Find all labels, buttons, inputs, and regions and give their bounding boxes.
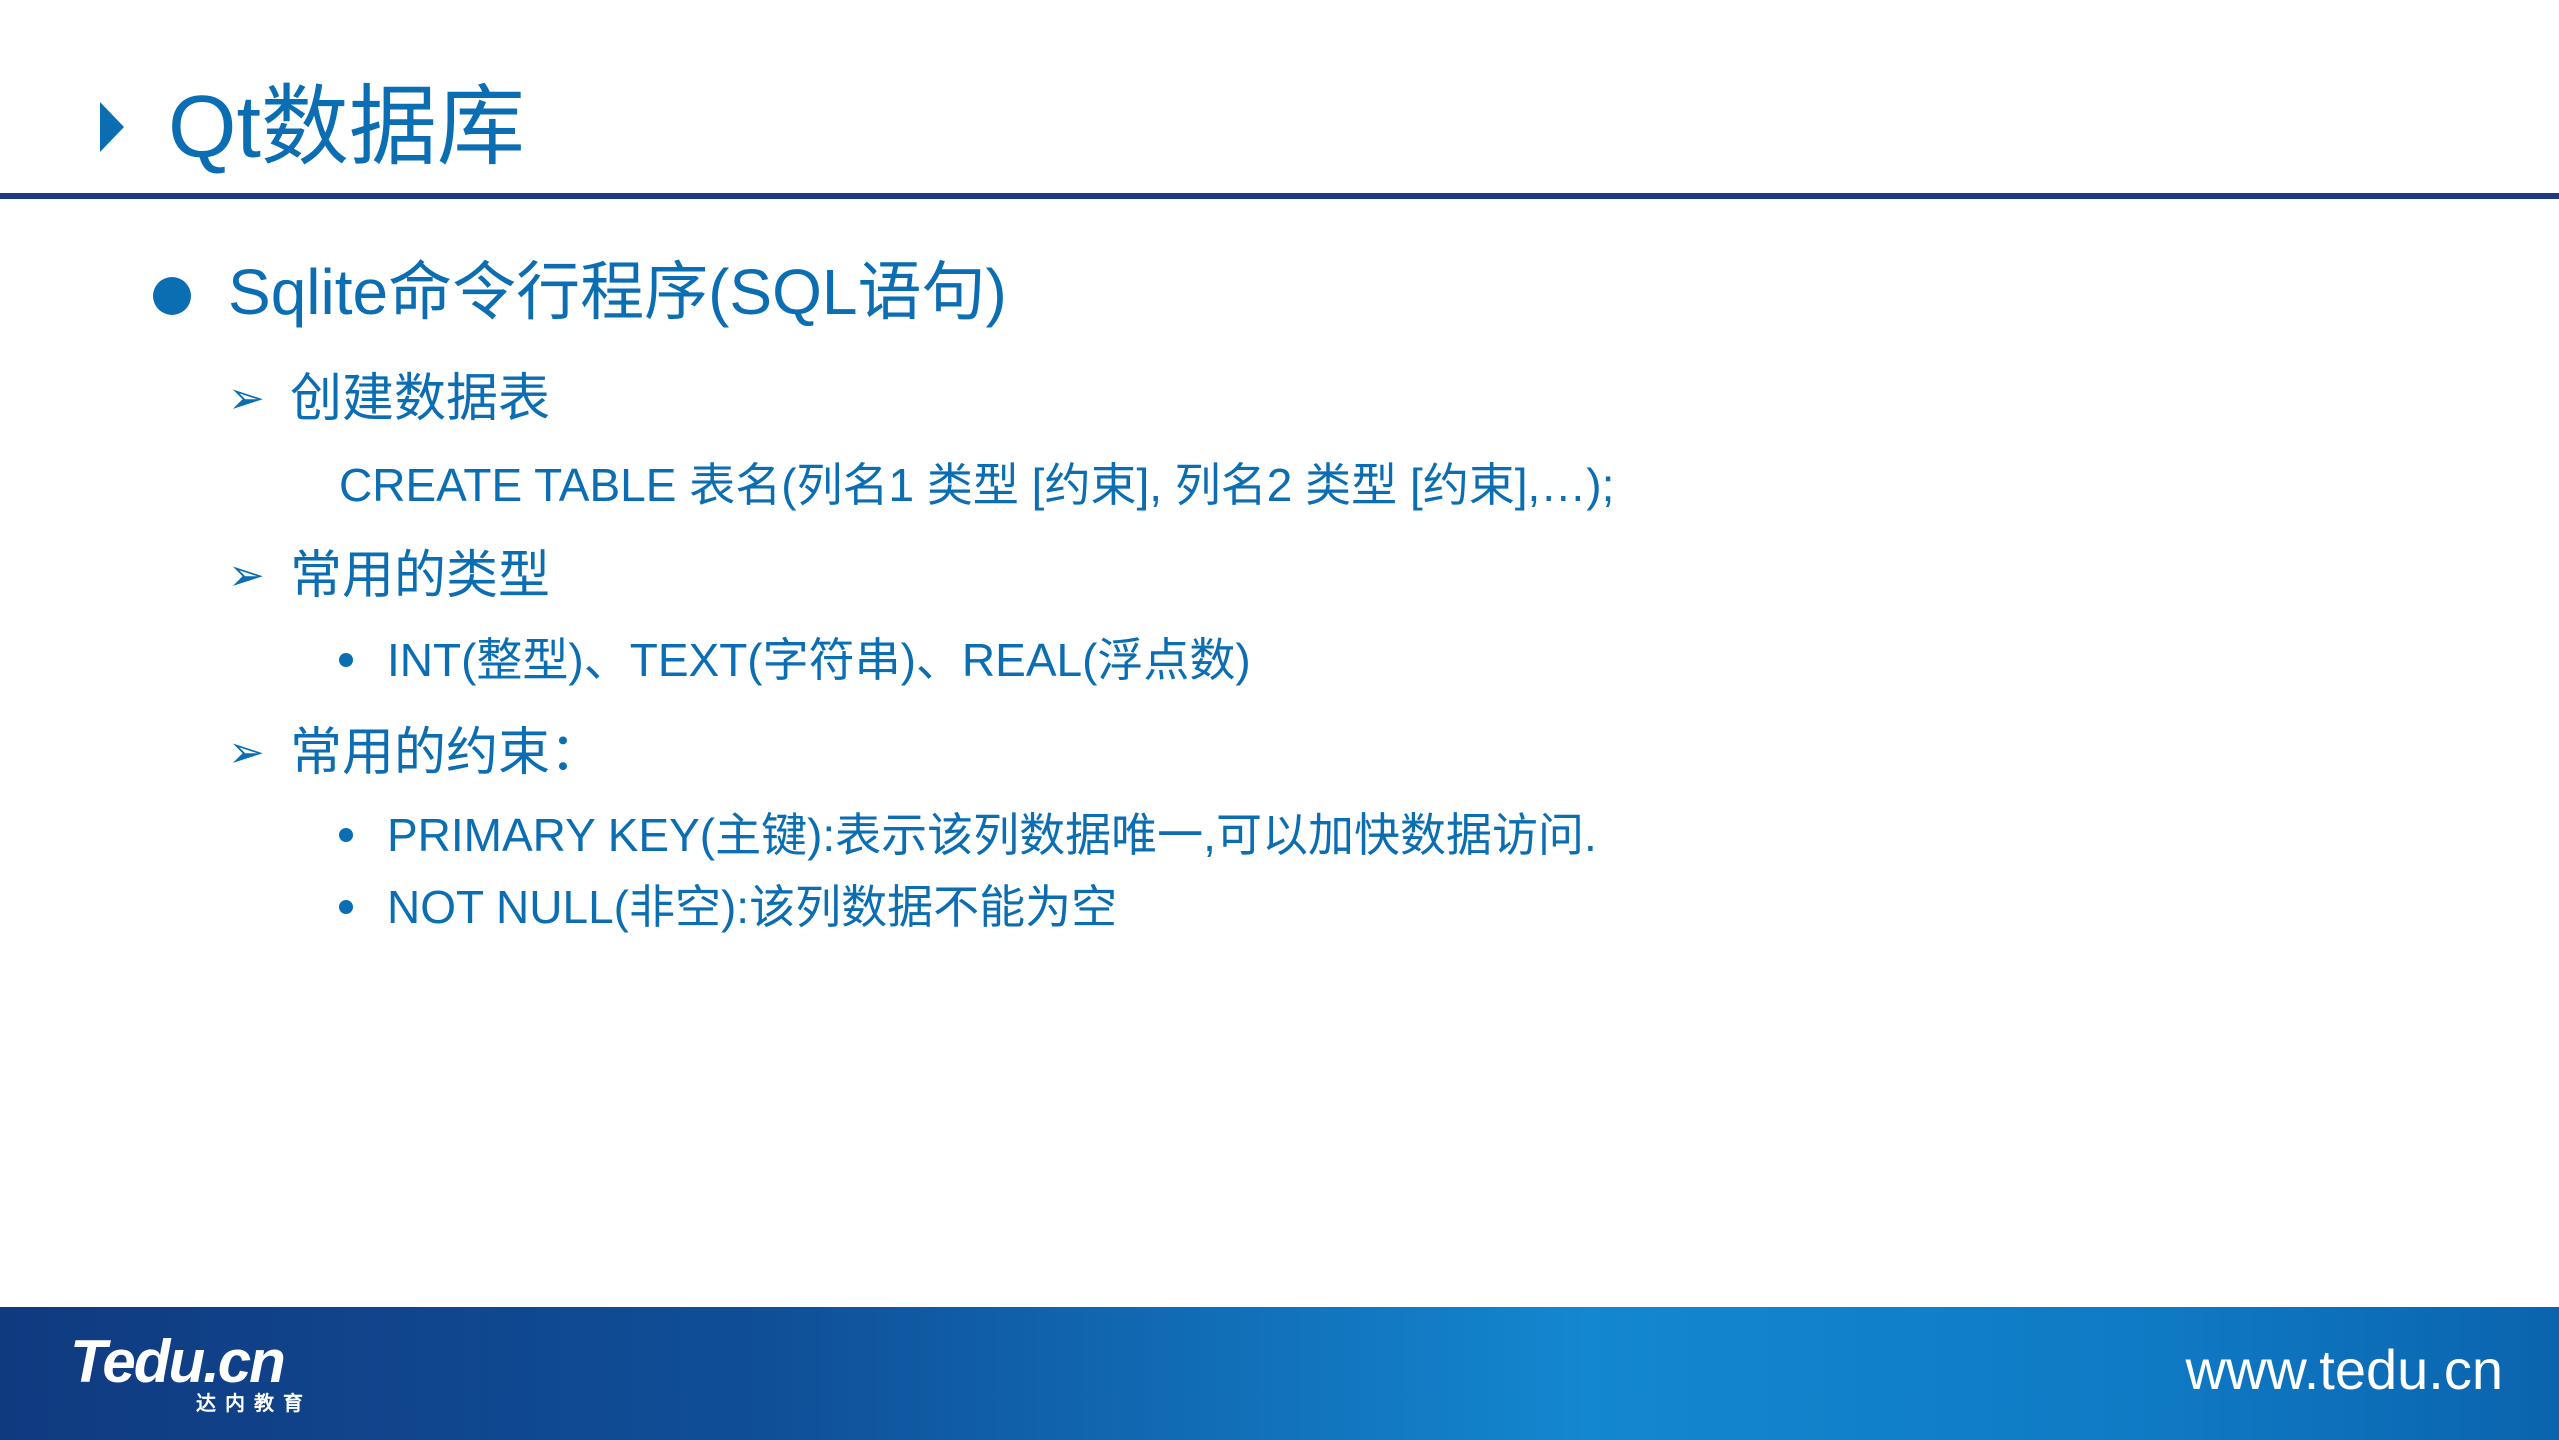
tedu-logo-subtext: 达内教育: [196, 1393, 312, 1415]
bullet-circle-icon: [153, 277, 191, 315]
title-triangle-icon: [100, 102, 124, 152]
create-table-syntax: CREATE TABLE 表名(列名1 类型 [约束], 列名2 类型 [约束]…: [339, 459, 1615, 511]
arrowhead-bullet-icon: ➢: [228, 727, 265, 778]
arrowhead-bullet-icon: ➢: [228, 373, 265, 424]
footer-url: www.tedu.cn: [2185, 1338, 2504, 1401]
small-dot-bullet-icon: [339, 653, 353, 667]
small-dot-bullet-icon: [339, 828, 353, 842]
small-dot-bullet-icon: [339, 900, 353, 914]
list-item-types: INT(整型)、TEXT(字符串)、REAL(浮点数): [387, 634, 1251, 686]
subheading-create-table: 创建数据表: [290, 370, 551, 428]
subheading-common-types: 常用的类型: [290, 547, 551, 605]
list-item-not-null: NOT NULL(非空):该列数据不能为空: [387, 881, 1118, 933]
slide-title: Qt数据库: [168, 77, 525, 176]
slide: Qt数据库 Sqlite命令行程序(SQL语句) ➢ 创建数据表 CREATE …: [0, 0, 2559, 1440]
tedu-logo: Tedu.cn: [70, 1328, 286, 1395]
title-divider: [0, 193, 2559, 199]
list-item-primary-key: PRIMARY KEY(主键):表示该列数据唯一,可以加快数据访问.: [387, 809, 1597, 861]
section-heading: Sqlite命令行程序(SQL语句): [228, 256, 1007, 328]
subheading-common-constraints: 常用的约束：: [290, 724, 603, 782]
arrowhead-bullet-icon: ➢: [228, 550, 265, 601]
footer-bar: [0, 1307, 2559, 1440]
